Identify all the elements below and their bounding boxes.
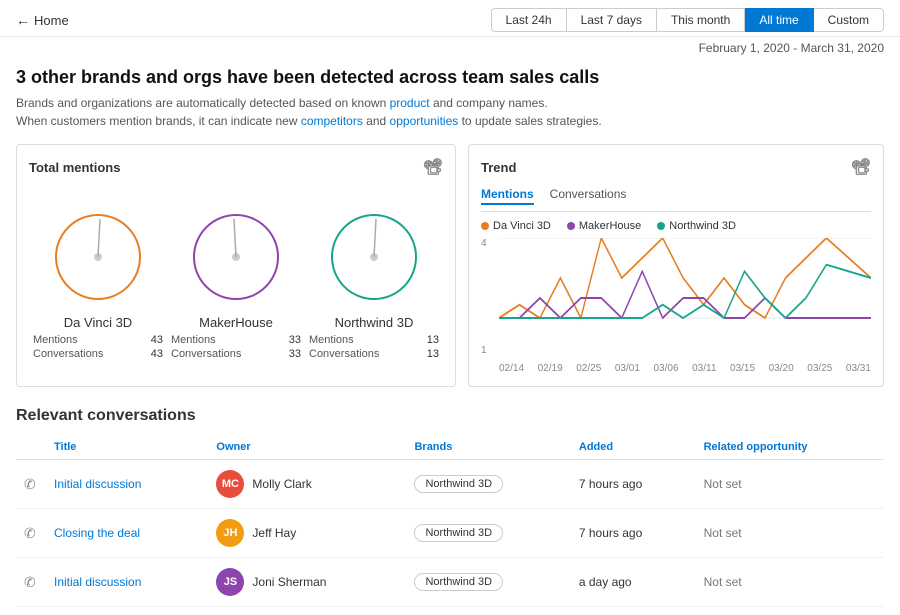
row1-avatar: MC xyxy=(216,470,244,498)
brand-makerhouse: MakerHouse Mentions 33 Conversations 33 xyxy=(171,197,301,360)
makerhouse-name: MakerHouse xyxy=(171,315,301,330)
desc-line2: When customers mention brands, it can in… xyxy=(16,114,602,128)
row2-avatar: JH xyxy=(216,519,244,547)
northwind-circle-svg xyxy=(309,197,439,307)
tab-mentions[interactable]: Mentions xyxy=(481,187,534,205)
table-row: ✆ Initial discussion MC Molly Clark Nort… xyxy=(16,460,884,509)
cards-row: Total mentions 📽 Da Vinci 3D Mentions xyxy=(16,144,884,387)
row2-owner-name: Jeff Hay xyxy=(252,526,296,540)
filter-last24h[interactable]: Last 24h xyxy=(491,8,567,32)
northwind-name: Northwind 3D xyxy=(309,315,439,330)
main-content: 3 other brands and orgs have been detect… xyxy=(0,59,900,615)
back-label: Home xyxy=(34,13,69,28)
opportunities-link[interactable]: opportunities xyxy=(390,114,459,128)
filter-alltime[interactable]: All time xyxy=(745,8,813,32)
davinci-stats: Mentions 43 Conversations 43 xyxy=(33,334,163,360)
row3-added: a day ago xyxy=(571,558,696,607)
legend-northwind: Northwind 3D xyxy=(657,220,736,232)
row3-owner-name: Joni Sherman xyxy=(252,575,326,589)
brand-northwind: Northwind 3D Mentions 13 Conversations 1… xyxy=(309,197,439,360)
time-filters: Last 24h Last 7 days This month All time… xyxy=(491,8,884,32)
row3-avatar: JS xyxy=(216,568,244,596)
section-title: Relevant conversations xyxy=(16,407,884,425)
table-row: ✆ Initial discussion JS Joni Sherman Nor… xyxy=(16,558,884,607)
trend-card: Trend 📽 Mentions Conversations Da Vinci … xyxy=(468,144,884,387)
th-opportunity: Related opportunity xyxy=(696,435,884,460)
tab-conversations[interactable]: Conversations xyxy=(550,187,627,205)
row3-owner: JS Joni Sherman xyxy=(208,558,406,607)
table-header-row: Title Owner Brands Added Related opportu… xyxy=(16,435,884,460)
export-icon[interactable]: 📽 xyxy=(423,157,443,177)
filter-last7days[interactable]: Last 7 days xyxy=(567,8,657,32)
total-mentions-title: Total mentions 📽 xyxy=(29,157,443,177)
row3-icon: ✆ xyxy=(16,558,46,607)
y-axis: 4 1 xyxy=(481,238,495,374)
phone-icon: ✆ xyxy=(24,574,36,590)
trend-export-icon[interactable]: 📽 xyxy=(851,157,871,177)
legend-northwind-dot xyxy=(657,222,665,230)
row1-opportunity: Not set xyxy=(696,460,884,509)
date-range: February 1, 2020 - March 31, 2020 xyxy=(0,37,900,59)
row2-brand-tag: Northwind 3D xyxy=(414,524,503,542)
row1-added: 7 hours ago xyxy=(571,460,696,509)
x-axis-labels: 02/14 02/19 02/25 03/01 03/06 03/11 03/1… xyxy=(499,363,871,374)
filter-thismonth[interactable]: This month xyxy=(657,8,745,32)
davinci-name: Da Vinci 3D xyxy=(33,315,163,330)
desc-line1: Brands and organizations are automatical… xyxy=(16,96,548,110)
makerhouse-circle-svg xyxy=(171,197,301,307)
trend-chart-svg xyxy=(499,238,871,358)
circles-row: Da Vinci 3D Mentions 43 Conversations 43 xyxy=(29,187,443,370)
th-brands: Brands xyxy=(406,435,570,460)
trend-legend: Da Vinci 3D MakerHouse Northwind 3D xyxy=(481,220,871,232)
row1-owner-name: Molly Clark xyxy=(252,477,311,491)
row2-icon: ✆ xyxy=(16,509,46,558)
row1-title[interactable]: Initial discussion xyxy=(46,460,208,509)
northwind-stats: Mentions 13 Conversations 13 xyxy=(309,334,439,360)
row2-owner: JH Jeff Hay xyxy=(208,509,406,558)
legend-davinci-dot xyxy=(481,222,489,230)
conversations-table: Title Owner Brands Added Related opportu… xyxy=(16,435,884,607)
competitors-link[interactable]: competitors xyxy=(301,114,363,128)
row2-brand: Northwind 3D xyxy=(406,509,570,558)
row1-icon: ✆ xyxy=(16,460,46,509)
table-row: ✆ Closing the deal JH Jeff Hay Northwind… xyxy=(16,509,884,558)
phone-icon: ✆ xyxy=(24,476,36,492)
row3-brand: Northwind 3D xyxy=(406,558,570,607)
makerhouse-stats: Mentions 33 Conversations 33 xyxy=(171,334,301,360)
page-description: Brands and organizations are automatical… xyxy=(16,94,884,130)
davinci-circle-svg xyxy=(33,197,163,307)
chart-area: 02/14 02/19 02/25 03/01 03/06 03/11 03/1… xyxy=(499,238,871,374)
trend-title: Trend 📽 xyxy=(481,157,871,177)
filter-custom[interactable]: Custom xyxy=(814,8,884,32)
row3-opportunity: Not set xyxy=(696,558,884,607)
th-added: Added xyxy=(571,435,696,460)
total-mentions-card: Total mentions 📽 Da Vinci 3D Mentions xyxy=(16,144,456,387)
product-link[interactable]: product xyxy=(390,96,430,110)
row1-owner: MC Molly Clark xyxy=(208,460,406,509)
row2-added: 7 hours ago xyxy=(571,509,696,558)
row1-brand-tag: Northwind 3D xyxy=(414,475,503,493)
th-owner: Owner xyxy=(208,435,406,460)
th-icon xyxy=(16,435,46,460)
legend-makerhouse-dot xyxy=(567,222,575,230)
page-title: 3 other brands and orgs have been detect… xyxy=(16,67,884,88)
header: ← Home Last 24h Last 7 days This month A… xyxy=(0,0,900,37)
legend-makerhouse: MakerHouse xyxy=(567,220,641,232)
th-title: Title xyxy=(46,435,208,460)
row3-brand-tag: Northwind 3D xyxy=(414,573,503,591)
brand-davinci: Da Vinci 3D Mentions 43 Conversations 43 xyxy=(33,197,163,360)
row2-opportunity: Not set xyxy=(696,509,884,558)
row3-title[interactable]: Initial discussion xyxy=(46,558,208,607)
row2-title[interactable]: Closing the deal xyxy=(46,509,208,558)
back-arrow-icon: ← xyxy=(16,12,30,28)
chart-container: 4 1 xyxy=(481,238,871,374)
row1-brand: Northwind 3D xyxy=(406,460,570,509)
legend-davinci: Da Vinci 3D xyxy=(481,220,551,232)
back-link[interactable]: ← Home xyxy=(16,12,69,28)
trend-tabs: Mentions Conversations xyxy=(481,187,871,212)
